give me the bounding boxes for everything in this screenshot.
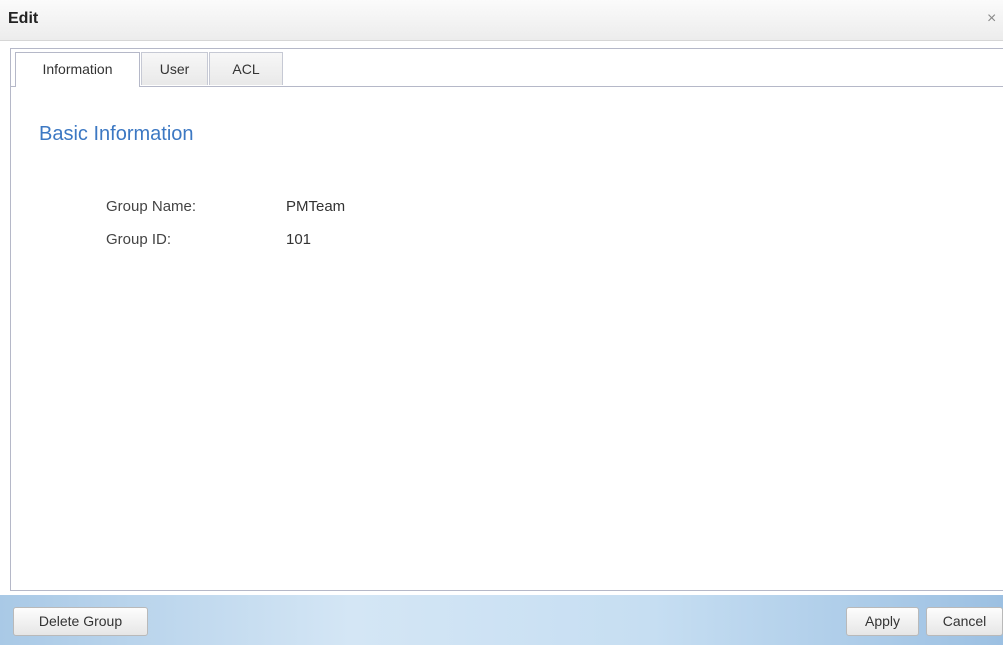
apply-button[interactable]: Apply (846, 607, 919, 636)
tab-strip: Information User ACL (11, 49, 1003, 87)
tab-acl[interactable]: ACL (209, 52, 283, 85)
tab-information[interactable]: Information (15, 52, 140, 87)
cancel-button[interactable]: Cancel (926, 607, 1003, 636)
group-name-value: PMTeam (286, 198, 346, 215)
tab-panel: Information User ACL Basic Information G… (10, 48, 1003, 591)
dialog-footer: Delete Group Apply Cancel (0, 595, 1003, 645)
group-id-label: Group ID: (106, 231, 172, 248)
tab-user[interactable]: User (141, 52, 208, 85)
section-heading: Basic Information (39, 123, 194, 145)
dialog-title: Edit (8, 10, 39, 27)
dialog-title-bar: Edit × (0, 0, 1003, 41)
group-id-value: 101 (286, 231, 312, 248)
information-tab-content: Basic Information Group Name: PMTeam Gro… (11, 87, 1003, 589)
delete-group-button[interactable]: Delete Group (13, 607, 148, 636)
close-icon[interactable]: × (987, 10, 1003, 28)
group-name-label: Group Name: (106, 198, 197, 215)
edit-dialog: Edit × Information User ACL Basic Inform… (0, 0, 1003, 645)
